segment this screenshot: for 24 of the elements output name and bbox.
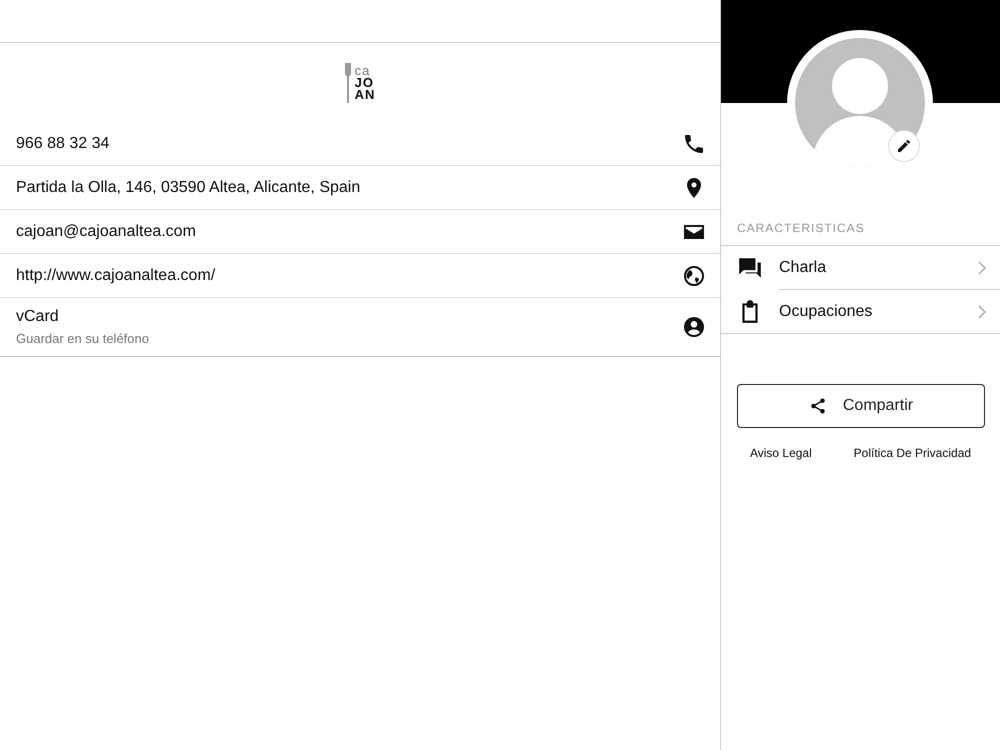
contact-row[interactable]: Partida la Olla, 146, 03590 Altea, Alicante, Spain — [0, 166, 720, 210]
menu-item-label[interactable]: Charla — [779, 256, 826, 280]
share-button[interactable]: Compartir — [737, 384, 985, 428]
chevron-right-icon — [978, 304, 986, 318]
footer-link[interactable]: Política De Privacidad — [854, 444, 972, 462]
section-title: CARACTERISTICAS — [737, 221, 865, 235]
contact-text: cajoan@cajoanaltea.com — [16, 222, 196, 242]
contact-text: http://www.cajoanaltea.com/ — [16, 266, 216, 286]
contact-row[interactable]: http://www.cajoanaltea.com/ — [0, 254, 720, 298]
logo-text: ca JO AN — [354, 64, 376, 100]
contact-text: vCard — [16, 307, 60, 328]
contact-text: 966 88 32 34 — [16, 134, 110, 154]
contact-row[interactable]: 966 88 32 34 — [0, 122, 720, 166]
pencil-icon — [896, 138, 912, 154]
menu-item-label[interactable]: Ocupaciones — [779, 300, 872, 324]
fork-icon — [344, 62, 351, 102]
contact-text: Partida la Olla, 146, 03590 Altea, Alicante, Spain — [16, 178, 360, 198]
globe-icon — [682, 264, 706, 288]
chevron-right-icon — [978, 260, 986, 274]
contact-row[interactable]: cajoan@cajoanaltea.com — [0, 210, 720, 254]
share-icon — [808, 397, 827, 415]
person-icon — [682, 315, 706, 339]
footer-link[interactable]: Aviso Legal — [750, 444, 812, 462]
contact-subtitle: Guardar en su teléfono — [16, 330, 149, 348]
